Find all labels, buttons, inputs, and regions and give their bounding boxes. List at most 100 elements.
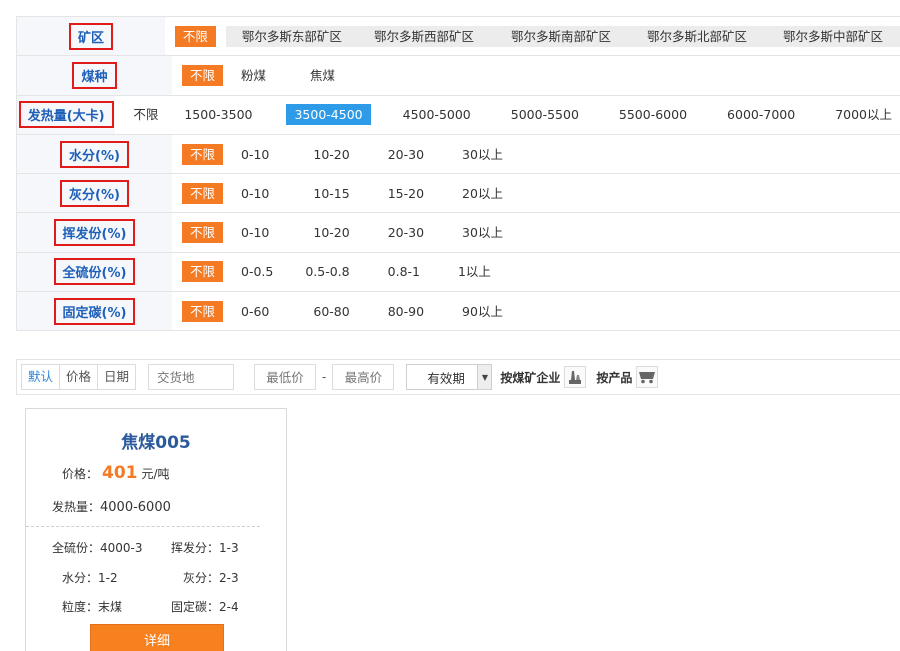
filter-label: 挥发份(%) — [53, 219, 136, 247]
factory-icon[interactable] — [564, 366, 587, 388]
by-product-label: 按产品 — [596, 370, 633, 385]
filter-option[interactable]: 鄂尔多斯北部矿区 — [629, 26, 765, 47]
size-value: 末煤 — [98, 600, 123, 614]
filter-option-all[interactable]: 不限 — [182, 143, 224, 165]
ash-row: 灰分：2-3 — [183, 569, 239, 586]
filter-row-moisture: 水分(%) 不限 0-10 10-20 20-30 30以上 — [17, 134, 900, 175]
mine-cart-icon[interactable] — [636, 366, 659, 388]
filter-option-all[interactable]: 不限 — [125, 104, 166, 125]
filter-option[interactable]: 10-20 — [305, 144, 357, 165]
sort-group: 默认 价格 日期 — [21, 364, 137, 390]
filter-option[interactable]: 鄂尔多斯东部矿区 — [226, 26, 355, 47]
filter-option-selected[interactable]: 3500-4500 — [286, 104, 371, 126]
price-value: 401 — [102, 463, 138, 483]
filter-row-mine-area: 矿区 不限 鄂尔多斯东部矿区 鄂尔多斯西部矿区 鄂尔多斯南部矿区 鄂尔多斯北部矿… — [17, 17, 900, 57]
mine-area-options: 鄂尔多斯东部矿区 鄂尔多斯西部矿区 鄂尔多斯南部矿区 鄂尔多斯北部矿区 鄂尔多斯… — [225, 25, 900, 47]
filter-option[interactable]: 20-30 — [380, 222, 432, 243]
filter-option[interactable]: 1500-3500 — [176, 104, 260, 125]
filter-row-ash: 灰分(%) 不限 0-10 10-15 15-20 20以上 — [17, 174, 900, 214]
filter-option[interactable]: 30以上 — [454, 222, 511, 243]
validity-select-value: 有效期 — [427, 370, 465, 386]
min-price-input[interactable] — [254, 364, 317, 390]
max-price-input[interactable] — [332, 364, 395, 390]
by-company-button[interactable]: 按煤矿企业 — [500, 366, 587, 388]
filter-option[interactable]: 焦煤 — [302, 65, 343, 86]
filter-option[interactable]: 7000以上 — [827, 104, 900, 125]
product-card: 焦煤005 价格： 401 元/吨 发热量：4000-6000 全硫份：4000-3… — [25, 408, 287, 651]
calorific-value: 4000-6000 — [100, 500, 171, 515]
carbon-label: 固定碳： — [171, 600, 220, 614]
filter-row-calorific: 发热量(大卡) 不限 1500-3500 3500-4500 4500-5000… — [17, 95, 900, 135]
filter-option[interactable]: 10-15 — [305, 183, 357, 204]
filter-label: 矿区 — [68, 22, 113, 50]
price-range-dash: - — [322, 370, 327, 384]
validity-select[interactable]: 有效期 ▼ — [406, 364, 493, 390]
filter-label: 煤种 — [72, 61, 117, 89]
filter-option[interactable]: 0-10 — [233, 222, 277, 243]
filter-row-volatile: 挥发份(%) 不限 0-10 10-20 20-30 30以上 — [17, 213, 900, 253]
ash-value: 2-3 — [219, 571, 239, 585]
filter-table: 矿区 不限 鄂尔多斯东部矿区 鄂尔多斯西部矿区 鄂尔多斯南部矿区 鄂尔多斯北部矿… — [16, 16, 900, 332]
filter-option[interactable]: 鄂尔多斯西部矿区 — [355, 26, 493, 47]
volatile-value: 1-3 — [219, 541, 239, 555]
filter-option[interactable]: 0.5-0.8 — [297, 261, 357, 282]
filter-option[interactable]: 0-10 — [233, 183, 277, 204]
filter-option[interactable]: 1以上 — [450, 261, 499, 282]
filter-option-all[interactable]: 不限 — [182, 64, 224, 86]
filter-option[interactable]: 80-90 — [380, 301, 432, 322]
divider — [26, 526, 260, 527]
filter-option-all[interactable]: 不限 — [182, 182, 224, 204]
carbon-row: 固定碳：2-4 — [171, 598, 239, 615]
filter-option-all[interactable]: 不限 — [182, 222, 224, 244]
filter-option[interactable]: 10-20 — [305, 222, 357, 243]
filter-label: 全硫份(%) — [53, 258, 136, 286]
detail-button[interactable]: 详细 — [90, 624, 224, 651]
filter-option[interactable]: 粉煤 — [233, 65, 274, 86]
by-company-label: 按煤矿企业 — [500, 370, 561, 385]
filter-option[interactable]: 6000-7000 — [719, 104, 803, 125]
sort-date-button[interactable]: 日期 — [98, 365, 135, 389]
filter-row-sulfur: 全硫份(%) 不限 0-0.5 0.5-0.8 0.8-1 1以上 — [17, 252, 900, 293]
filter-option[interactable]: 0.8-1 — [380, 261, 428, 282]
filter-label: 发热量(大卡) — [18, 101, 114, 129]
filter-option[interactable]: 鄂尔多斯南部矿区 — [493, 26, 629, 47]
filter-option[interactable]: 5000-5500 — [503, 104, 587, 125]
filter-option[interactable]: 20以上 — [454, 183, 511, 204]
chevron-down-icon[interactable]: ▼ — [477, 365, 492, 389]
moisture-value: 1-2 — [98, 571, 118, 585]
filter-option[interactable]: 4500-5000 — [395, 104, 479, 125]
sort-toolbar: 默认 价格 日期 - 有效期 ▼ 按煤矿企业 按产品 — [16, 359, 900, 395]
sort-default-button[interactable]: 默认 — [22, 365, 61, 389]
filter-option[interactable]: 0-0.5 — [233, 261, 281, 282]
filter-option[interactable]: 15-20 — [380, 183, 432, 204]
filter-option-all[interactable]: 不限 — [174, 25, 216, 47]
filter-option[interactable]: 鄂尔多斯中部矿区 — [765, 26, 900, 47]
calorific-row: 发热量：4000-6000 — [52, 498, 171, 515]
filter-option[interactable]: 60-80 — [305, 301, 357, 322]
volatile-row: 挥发分：1-3 — [171, 539, 239, 556]
by-product-button[interactable]: 按产品 — [596, 366, 659, 388]
filter-option-all[interactable]: 不限 — [182, 261, 224, 283]
sulfur-label: 全硫份： — [52, 541, 101, 555]
sulfur-row: 全硫份：4000-3 — [52, 539, 143, 556]
product-title: 焦煤005 — [121, 433, 191, 453]
filter-label: 灰分(%) — [60, 179, 129, 207]
price-row: 价格： 401 元/吨 — [62, 463, 170, 483]
sulfur-value: 4000-3 — [100, 541, 143, 555]
filter-option[interactable]: 90以上 — [454, 301, 511, 322]
moisture-label: 水分： — [62, 571, 99, 585]
filter-option[interactable]: 0-10 — [233, 144, 277, 165]
filter-option[interactable]: 30以上 — [454, 144, 511, 165]
filter-option[interactable]: 20-30 — [380, 144, 432, 165]
filter-option[interactable]: 5500-6000 — [611, 104, 695, 125]
filter-option-all[interactable]: 不限 — [182, 300, 224, 322]
delivery-place-input[interactable] — [148, 364, 235, 390]
filter-option[interactable]: 0-60 — [233, 301, 277, 322]
price-unit: 元/吨 — [141, 467, 170, 481]
sort-price-button[interactable]: 价格 — [60, 365, 99, 389]
filter-label: 水分(%) — [60, 140, 129, 168]
filter-row-coal-type: 煤种 不限 粉煤 焦煤 — [17, 56, 900, 96]
size-row: 粒度：末煤 — [62, 598, 122, 615]
filter-label: 固定碳(%) — [53, 297, 136, 325]
ash-label: 灰分： — [183, 571, 220, 585]
